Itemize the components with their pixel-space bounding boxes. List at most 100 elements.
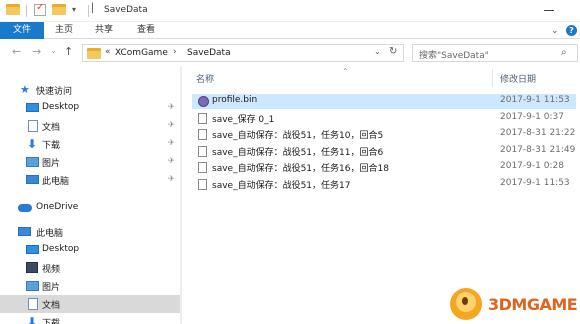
nav-label: 下载	[42, 141, 61, 151]
watermark: 3DMGAME	[448, 286, 578, 322]
toolbar-divider	[26, 5, 27, 17]
nav-this-pc[interactable]: 此电脑	[0, 223, 182, 241]
ribbon-tabs: 文件 主页 共享 查看 ⌄ ?	[0, 22, 580, 39]
recent-locations-dropdown-icon[interactable]: ⌄	[50, 46, 57, 55]
nav-label: 此电脑	[42, 177, 70, 187]
pictures-icon	[26, 280, 39, 291]
tab-file[interactable]: 文件	[0, 22, 44, 39]
file-date: 2017-8-31 21:49	[500, 145, 576, 155]
download-arrow-icon: ⬇	[27, 315, 38, 324]
search-icon[interactable]: ⌕	[561, 47, 567, 58]
video-icon	[26, 262, 38, 273]
column-header-name[interactable]: 名称	[196, 72, 214, 85]
back-arrow-icon[interactable]: ←	[12, 45, 21, 58]
file-date: 2017-9-1 0:37	[500, 112, 564, 122]
desktop-icon	[26, 102, 39, 112]
properties-check-icon[interactable]	[34, 2, 46, 16]
window-title: SaveData	[104, 5, 148, 15]
cloud-icon	[18, 202, 32, 212]
computer-icon	[18, 226, 31, 236]
pin-icon: ✈	[168, 156, 175, 165]
document-icon	[28, 298, 38, 310]
up-arrow-icon[interactable]: ↑	[64, 45, 73, 58]
pin-icon: ✈	[168, 138, 175, 147]
title-bar: ▾ ▏ SaveData	[0, 0, 580, 22]
nav-label: 图片	[42, 159, 61, 169]
file-icon	[198, 179, 207, 190]
nav-label: 下载	[42, 319, 61, 324]
nav-label: Desktop	[42, 102, 80, 112]
bin-file-icon	[198, 96, 209, 107]
file-name: save_保存 0_1	[212, 115, 275, 125]
file-icon	[198, 129, 207, 140]
breadcrumb-xcomgame[interactable]: XComGame	[115, 48, 168, 58]
nav-pictures-quick[interactable]: 图片 ✈	[0, 153, 182, 171]
file-date: 2017-9-1 0:28	[500, 161, 564, 171]
computer-icon	[26, 174, 39, 184]
address-bar[interactable]: « XComGame › SaveData ⌄ ↻	[82, 44, 404, 62]
nav-pictures[interactable]: 图片	[0, 277, 182, 295]
nav-videos[interactable]: 视频	[0, 259, 182, 277]
file-row[interactable]: save_自动保存：战役51，任务16，回合18 2017-9-1 0:28	[192, 160, 576, 175]
forward-arrow-icon[interactable]: →	[32, 45, 41, 58]
expand-ribbon-chevron-icon[interactable]: ⌄	[551, 26, 559, 36]
breadcrumb-separator: ›	[173, 47, 177, 57]
file-icon	[198, 162, 207, 173]
tab-view[interactable]: 查看	[134, 22, 158, 39]
file-row[interactable]: save_自动保存：战役51，任务10，回合5 2017-8-31 21:22	[192, 127, 576, 142]
address-dropdown-icon[interactable]: ⌄	[374, 47, 381, 56]
breadcrumb-overflow[interactable]: «	[105, 47, 111, 57]
address-row: ← → ⌄ ↑ « XComGame › SaveData ⌄ ↻ 搜索"Sav…	[0, 39, 580, 67]
file-name: save_自动保存：战役51，任务10，回合5	[212, 131, 384, 141]
file-name: save_自动保存：战役51，任务17	[212, 181, 351, 191]
file-row[interactable]: profile.bin 2017-9-1 11:53	[192, 94, 576, 109]
minimize-button[interactable]	[544, 10, 554, 11]
nav-documents[interactable]: 文档	[0, 295, 182, 313]
pin-icon: ✈	[168, 102, 175, 111]
star-icon: ★	[20, 83, 30, 96]
desktop-icon	[26, 244, 39, 254]
folder-icon[interactable]	[6, 4, 20, 15]
nav-onedrive[interactable]: OneDrive	[0, 199, 182, 217]
pictures-icon	[26, 156, 39, 167]
navigation-pane: ★ 快速访问 Desktop ✈ 文档 ✈ ⬇ 下载 ✈ 图片 ✈ 此电脑 ✈ …	[0, 67, 182, 324]
pin-icon: ✈	[168, 120, 175, 129]
help-icon[interactable]: ?	[566, 25, 577, 36]
nav-label: 视频	[42, 265, 61, 275]
nav-downloads[interactable]: ⬇ 下载	[0, 313, 182, 324]
nav-label: 此电脑	[36, 229, 64, 239]
quick-access-dropdown-icon[interactable]: ▾	[72, 5, 76, 14]
refresh-icon[interactable]: ↻	[389, 46, 397, 57]
nav-label: 文档	[42, 301, 61, 311]
file-row[interactable]: save_自动保存：战役51，任务11，回合6 2017-8-31 21:49	[192, 144, 576, 159]
nav-desktop-quick[interactable]: Desktop ✈	[0, 99, 182, 117]
window-folder-icon: ▏	[92, 4, 99, 14]
column-divider[interactable]	[492, 69, 493, 87]
file-name: save_自动保存：战役51，任务16，回合18	[212, 164, 389, 174]
nav-label: Desktop	[42, 244, 80, 254]
sort-ascending-caret-icon: ⌃	[342, 67, 349, 76]
title-divider	[88, 5, 89, 17]
tab-share[interactable]: 共享	[92, 22, 116, 39]
file-row[interactable]: save_自动保存：战役51，任务17 2017-9-1 11:53	[192, 177, 576, 192]
nav-quick-access[interactable]: ★ 快速访问	[0, 81, 182, 99]
nav-this-pc-quick[interactable]: 此电脑 ✈	[0, 171, 182, 189]
nav-downloads-quick[interactable]: ⬇ 下载 ✈	[0, 135, 182, 153]
nav-desktop[interactable]: Desktop	[0, 241, 182, 259]
tab-home[interactable]: 主页	[52, 22, 76, 39]
file-date: 2017-8-31 21:22	[500, 128, 576, 138]
new-folder-icon[interactable]	[52, 4, 66, 15]
file-row[interactable]: save_保存 0_1 2017-9-1 0:37	[192, 111, 576, 126]
search-box[interactable]: 搜索"SaveData" ⌕	[412, 44, 578, 62]
pin-icon: ✈	[168, 174, 175, 183]
file-date: 2017-9-1 11:53	[500, 95, 570, 105]
column-header-date-modified[interactable]: 修改日期	[500, 72, 536, 85]
nav-label: 图片	[42, 283, 61, 293]
file-icon	[198, 146, 207, 157]
document-icon	[28, 120, 38, 132]
nav-documents-quick[interactable]: 文档 ✈	[0, 117, 182, 135]
download-arrow-icon: ⬇	[27, 137, 38, 151]
breadcrumb-savedata[interactable]: SaveData	[187, 48, 231, 58]
watermark-text: 3DMGAME	[488, 295, 578, 314]
nav-label: 快速访问	[36, 87, 73, 97]
